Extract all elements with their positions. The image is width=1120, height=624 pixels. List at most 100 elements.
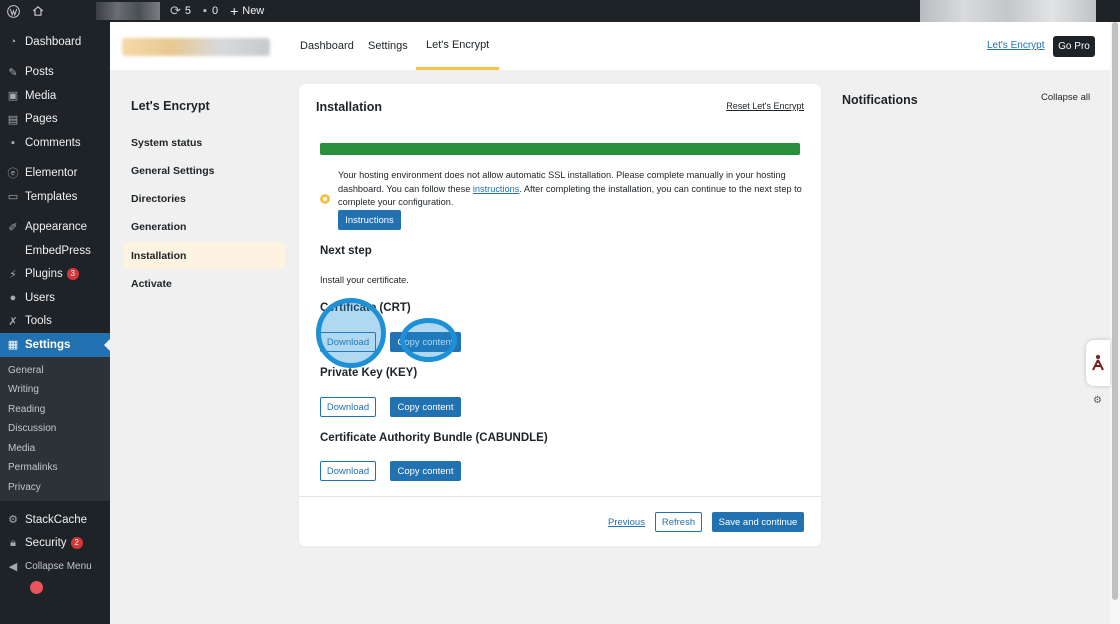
scrollbar-thumb[interactable] [1112, 22, 1118, 600]
collapse-menu-button[interactable]: ◀ Collapse Menu [0, 555, 110, 579]
new-content-link[interactable]: + New [224, 0, 270, 22]
sidebar-item-settings[interactable]: ▦ Settings [0, 333, 110, 357]
page-icon: ▤ [7, 113, 19, 126]
le-menu-installation[interactable]: Installation [124, 242, 285, 269]
notifications-title: Notifications [842, 93, 918, 107]
sidebar-item-elementor[interactable]: ⓔ Elementor [0, 162, 110, 186]
download-cabundle-button[interactable]: Download [320, 461, 376, 481]
sidebar-item-templates[interactable]: ▭ Templates [0, 185, 110, 209]
card-title: Installation [316, 100, 382, 114]
tab-settings[interactable]: Settings [358, 22, 418, 70]
elementor-icon: ⓔ [7, 168, 19, 181]
dashboard-icon: ◔ [9, 35, 17, 48]
sidebar-item-label: EmbedPress [25, 244, 91, 257]
collapse-icon: ◀ [8, 561, 18, 574]
cabundle-title: Certificate Authority Bundle (CABUNDLE) [320, 432, 548, 444]
assistant-logo-icon [1092, 355, 1104, 371]
next-step-title: Next step [320, 245, 372, 257]
progress-fill [320, 143, 800, 155]
le-menu-directories[interactable]: Directories [124, 185, 285, 212]
collapse-all-link[interactable]: Collapse all [1041, 92, 1090, 103]
sidebar-item-label: Settings [25, 338, 71, 351]
account-blurred[interactable] [920, 0, 1096, 22]
click-highlight-download [316, 298, 386, 368]
sidebar-item-users[interactable]: ● Users [0, 286, 110, 310]
sidebar-item-label: Posts [25, 66, 54, 79]
progress-bar [320, 143, 800, 155]
embedpress-icon [7, 245, 19, 257]
previous-link[interactable]: Previous [608, 517, 645, 528]
sidebar-item-pages[interactable]: ▤ Pages [0, 108, 110, 132]
instructions-button[interactable]: Instructions [338, 210, 401, 230]
sidebar-item-label: Users [25, 291, 56, 304]
go-pro-button[interactable]: Go Pro [1053, 36, 1095, 57]
folder-icon: ▭ [7, 191, 19, 204]
widget-gear-icon[interactable]: ⚙ [1093, 395, 1102, 406]
updates-icon: ⟳ [170, 3, 181, 18]
copy-key-button[interactable]: Copy content [390, 397, 461, 417]
sidebar-item-label: Elementor [25, 167, 78, 180]
le-menu-system-status[interactable]: System status [124, 129, 285, 156]
home-icon[interactable] [26, 0, 50, 22]
refresh-button[interactable]: Refresh [655, 512, 702, 532]
wordpress-logo-icon[interactable] [0, 0, 26, 22]
sidebar-item-label: Media [25, 89, 57, 102]
sidebar-item-label: StackCache [25, 513, 88, 526]
recording-indicator [30, 581, 43, 594]
save-and-continue-button[interactable]: Save and continue [712, 512, 804, 532]
card-footer: Previous Refresh Save and continue [299, 496, 821, 546]
updates-link[interactable]: ⟳ 5 [164, 0, 197, 22]
copy-cabundle-button[interactable]: Copy content [390, 461, 461, 481]
submenu-item-discussion[interactable]: Discussion [0, 419, 110, 439]
wrench-icon: ✗ [8, 315, 18, 328]
floating-assistant-widget[interactable] [1086, 340, 1110, 386]
sidebar-item-security[interactable]: 🔒︎ Security 2 [0, 532, 110, 556]
site-name-blurred[interactable] [96, 2, 160, 20]
submenu-item-writing[interactable]: Writing [0, 380, 110, 400]
sidebar-item-media[interactable]: ▣ Media [0, 84, 110, 108]
submenu-item-reading[interactable]: Reading [0, 400, 110, 420]
tab-lets-encrypt[interactable]: Let's Encrypt [416, 22, 500, 70]
sidebar-item-label: Plugins [25, 268, 63, 281]
settings-submenu: General Writing Reading Discussion Media… [0, 356, 110, 501]
sidebar-item-comments[interactable]: ▪ Comments [0, 131, 110, 155]
comment-icon: ▪ [11, 136, 15, 149]
warning-message: Your hosting environment does not allow … [338, 169, 803, 210]
reset-lets-encrypt-link[interactable]: Reset Let's Encrypt [726, 101, 804, 111]
sidebar-item-label: Comments [25, 136, 81, 149]
instructions-link[interactable]: instructions [473, 184, 519, 194]
sidebar-item-appearance[interactable]: ✐ Appearance [0, 216, 110, 240]
sidebar-item-tools[interactable]: ✗ Tools [0, 310, 110, 334]
sidebar-item-label: Tools [25, 315, 52, 328]
new-label: New [242, 5, 265, 17]
sidebar-item-label: Templates [25, 190, 78, 203]
comments-link[interactable]: ▪ 0 [197, 0, 224, 22]
user-icon: ● [9, 291, 17, 304]
sidebar-item-dashboard[interactable]: ◔ Dashboard [0, 30, 110, 54]
click-highlight-copy [400, 318, 457, 362]
sidebar-item-label: Appearance [25, 221, 88, 234]
lets-encrypt-link[interactable]: Let's Encrypt [987, 40, 1045, 51]
sidebar-item-label: Security [25, 537, 67, 550]
settings-icon: ▦ [7, 339, 19, 352]
sidebar-item-label: Pages [25, 113, 58, 126]
sidebar-item-stackcache[interactable]: ⚙ StackCache [0, 508, 110, 532]
gear-icon: ⚙ [8, 514, 18, 527]
sidebar-item-plugins[interactable]: ⚡ Plugins 3 [0, 263, 110, 287]
download-key-button[interactable]: Download [320, 397, 376, 417]
plugin-logo [122, 38, 270, 56]
submenu-item-permalinks[interactable]: Permalinks [0, 458, 110, 478]
le-menu-activate[interactable]: Activate [124, 270, 285, 297]
submenu-item-privacy[interactable]: Privacy [0, 478, 110, 498]
submenu-item-media[interactable]: Media [0, 439, 110, 459]
le-menu-generation[interactable]: Generation [124, 213, 285, 240]
security-badge: 2 [70, 537, 83, 550]
sidebar-item-posts[interactable]: ✎ Posts [0, 61, 110, 85]
pin-icon: ✎ [8, 66, 18, 79]
updates-count: 5 [184, 5, 192, 17]
le-menu-general-settings[interactable]: General Settings [124, 157, 285, 184]
submenu-item-general[interactable]: General [0, 361, 110, 381]
tab-dashboard[interactable]: Dashboard [290, 22, 364, 70]
sidebar-item-embedpress[interactable]: EmbedPress [0, 239, 110, 263]
media-icon: ▣ [7, 90, 19, 103]
